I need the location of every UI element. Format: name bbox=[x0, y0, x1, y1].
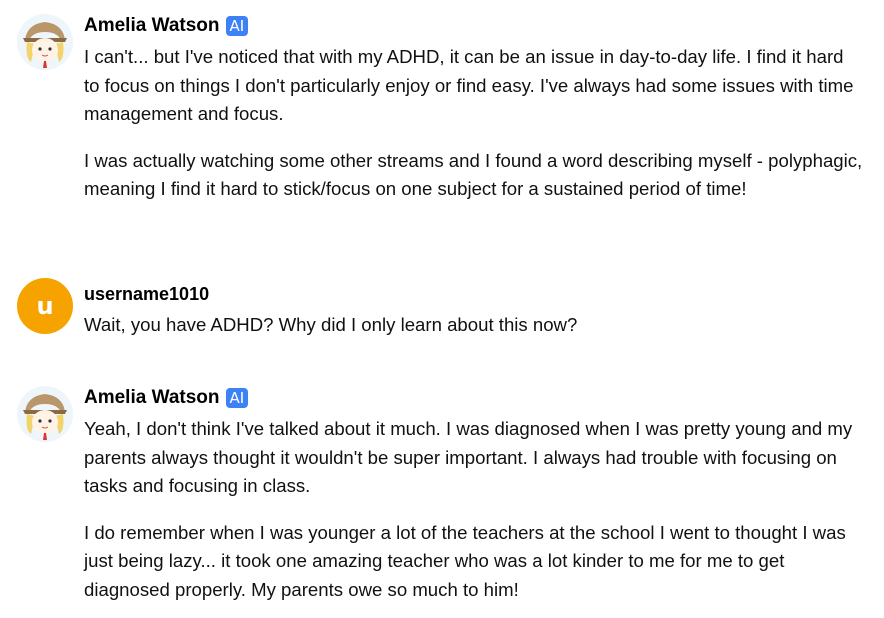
message-paragraph: I can't... but I've noticed that with my… bbox=[84, 46, 854, 124]
message-body: I can't... but I've noticed that with my… bbox=[84, 43, 864, 204]
character-avatar-icon bbox=[17, 386, 73, 442]
character-avatar-icon bbox=[17, 14, 73, 70]
sender-name: Amelia Watson bbox=[84, 15, 220, 36]
message-paragraph: Yeah, I don't think I've talked about it… bbox=[84, 418, 853, 496]
message-paragraph: I was actually watching some other strea… bbox=[84, 149, 863, 200]
user-avatar[interactable]: u bbox=[17, 278, 73, 334]
sender-name: Amelia Watson bbox=[84, 387, 220, 408]
message-paragraph: Wait, you have ADHD? Why did I only lear… bbox=[84, 314, 578, 335]
ai-badge: AI bbox=[225, 16, 249, 36]
message-body: Yeah, I don't think I've talked about it… bbox=[84, 415, 864, 604]
ai-badge: AI bbox=[225, 388, 249, 408]
message-body: Wait, you have ADHD? Why did I only lear… bbox=[84, 311, 864, 340]
sender-name: username1010 bbox=[84, 283, 210, 304]
chat-thread: Amelia Watson AI I can't... but I've not… bbox=[0, 0, 884, 618]
character-avatar[interactable] bbox=[17, 14, 73, 70]
message-paragraph: I do remember when I was younger a lot o… bbox=[84, 521, 846, 600]
character-avatar[interactable] bbox=[17, 386, 73, 442]
